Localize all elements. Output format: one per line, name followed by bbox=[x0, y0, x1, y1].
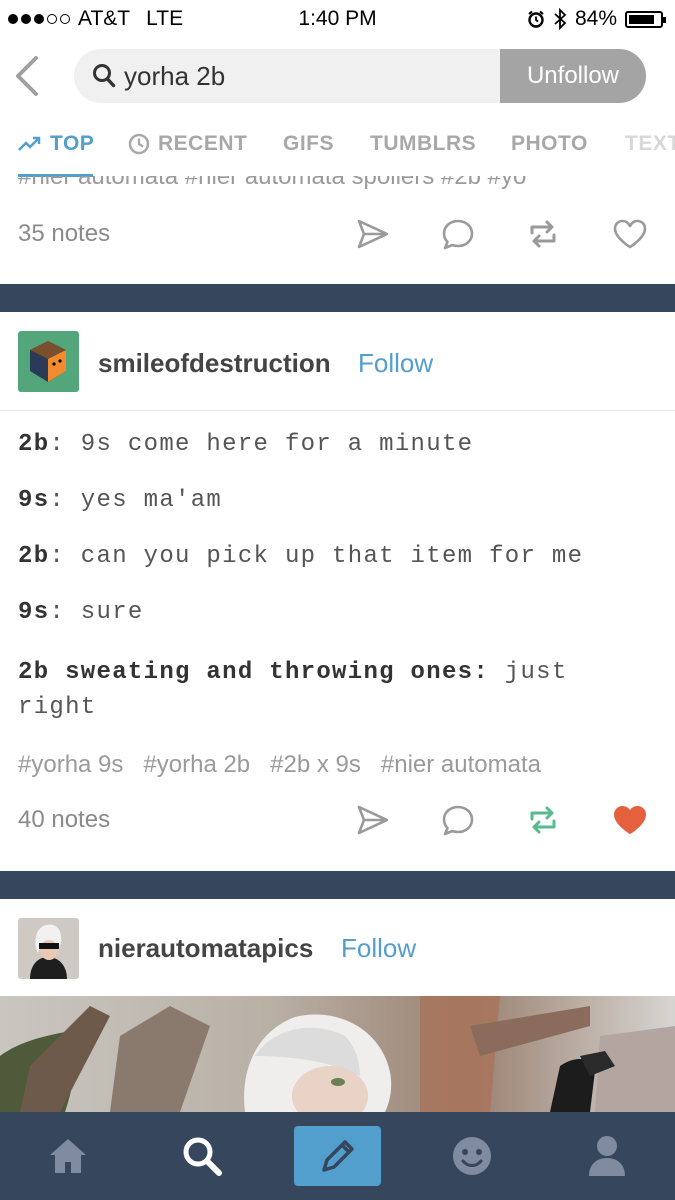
chat-text: can you pick up that item for me bbox=[65, 543, 584, 570]
post2-tags: #yorha 9s #yorha 2b #2b x 9s #nier automata bbox=[18, 751, 561, 779]
account-button[interactable] bbox=[577, 1126, 637, 1186]
back-button[interactable] bbox=[12, 54, 48, 98]
post2-reply-button[interactable] bbox=[441, 804, 475, 841]
back-chevron-icon bbox=[16, 56, 38, 96]
account-icon bbox=[589, 1136, 625, 1176]
chat-speaker: 9s bbox=[18, 487, 50, 514]
post2-notes[interactable]: 40 notes bbox=[18, 806, 110, 834]
follow-button[interactable]: Follow bbox=[341, 933, 416, 964]
blog-name[interactable]: nierautomatapics bbox=[98, 933, 313, 964]
alarm-icon bbox=[528, 10, 544, 28]
post1-tags-clip: #nier automata #nier automata spoilers #… bbox=[0, 176, 675, 194]
post-separator bbox=[0, 871, 675, 899]
clock-icon bbox=[128, 133, 150, 155]
tab-gifs[interactable]: GIFS bbox=[283, 132, 334, 156]
post-separator bbox=[0, 284, 675, 312]
chat-speaker: 2b bbox=[18, 431, 50, 458]
status-time: 1:40 PM bbox=[298, 7, 377, 30]
avatar[interactable] bbox=[18, 331, 79, 392]
search-bar[interactable]: yorha 2b Unfollow bbox=[74, 49, 646, 103]
chat-sep: : bbox=[49, 599, 66, 626]
portrait-avatar-icon bbox=[18, 918, 79, 979]
chat-text: sure bbox=[65, 599, 144, 626]
chat-line: 2b sweating and throwing ones: just righ… bbox=[18, 655, 658, 725]
chat-text: yes ma'am bbox=[65, 487, 223, 514]
tab-label: RECENT bbox=[158, 132, 248, 155]
comment-icon bbox=[442, 805, 474, 836]
chat-sep: : bbox=[49, 431, 66, 458]
tab-photo[interactable]: PHOTO bbox=[511, 132, 588, 156]
send-icon bbox=[357, 219, 389, 249]
bluetooth-icon bbox=[554, 8, 567, 30]
heart-icon bbox=[613, 219, 647, 249]
home-icon bbox=[50, 1139, 86, 1173]
divider bbox=[0, 410, 675, 411]
chat-line: 2b: can you pick up that item for me bbox=[18, 543, 658, 570]
post1-reply-button[interactable] bbox=[441, 218, 475, 255]
chat-speaker: 2b sweating and throwing ones bbox=[18, 659, 474, 686]
home-button[interactable] bbox=[38, 1126, 98, 1186]
battery-icon bbox=[625, 10, 666, 28]
tab-label: TUMBLRS bbox=[370, 132, 477, 155]
status-bar: AT&T LTE 1:40 PM 84% bbox=[0, 0, 675, 38]
tab-label: TEXT bbox=[625, 132, 675, 155]
tag-link[interactable]: #yorha 9s bbox=[18, 751, 123, 778]
trending-icon bbox=[18, 136, 41, 151]
heart-icon bbox=[614, 806, 646, 834]
send-icon bbox=[357, 805, 389, 835]
post2-reblog-button[interactable] bbox=[526, 804, 560, 841]
reblog-icon bbox=[530, 220, 556, 248]
post1-like-button[interactable] bbox=[612, 218, 648, 255]
tag-link[interactable]: #nier automata bbox=[381, 751, 541, 778]
search-icon bbox=[93, 64, 116, 88]
post2-share-button[interactable] bbox=[356, 804, 390, 841]
tab-recent[interactable]: RECENT bbox=[128, 132, 247, 156]
comment-icon bbox=[442, 219, 474, 250]
activity-button[interactable] bbox=[442, 1126, 502, 1186]
tab-label: TOP bbox=[50, 132, 95, 155]
compose-button[interactable] bbox=[294, 1126, 381, 1186]
post-photo[interactable] bbox=[0, 996, 675, 1112]
cube-avatar-icon bbox=[30, 341, 66, 382]
avatar[interactable] bbox=[18, 918, 79, 979]
blog-name[interactable]: smileofdestruction bbox=[98, 348, 331, 379]
reblog-icon bbox=[530, 806, 556, 834]
unfollow-button[interactable]: Unfollow bbox=[500, 49, 646, 103]
search-input[interactable]: yorha 2b bbox=[124, 61, 225, 92]
tag-link[interactable]: #yorha 2b bbox=[143, 751, 250, 778]
post1-tags: #nier automata #nier automata spoilers #… bbox=[18, 176, 527, 190]
post1-reblog-button[interactable] bbox=[526, 218, 560, 255]
chat-line: 2b: 9s come here for a minute bbox=[18, 431, 658, 458]
chat-text: 9s come here for a minute bbox=[65, 431, 474, 458]
activity-icon bbox=[453, 1137, 491, 1175]
tab-top[interactable]: TOP bbox=[18, 132, 94, 156]
tag-link[interactable]: #2b x 9s bbox=[270, 751, 361, 778]
compose-icon bbox=[321, 1140, 354, 1172]
chat-speaker: 2b bbox=[18, 543, 50, 570]
tab-text[interactable]: TEXT bbox=[625, 132, 675, 156]
chat-speaker: 9s bbox=[18, 599, 50, 626]
tab-tumblrs[interactable]: TUMBLRS bbox=[370, 132, 476, 156]
tab-label: PHOTO bbox=[511, 132, 588, 155]
filter-tabs: TOP RECENT GIFS TUMBLRS PHOTO TEXT bbox=[0, 120, 675, 177]
bottom-tab-bar bbox=[0, 1112, 675, 1200]
tab-label: GIFS bbox=[283, 132, 335, 155]
chat-sep: : bbox=[49, 487, 66, 514]
follow-button[interactable]: Follow bbox=[358, 348, 433, 379]
chat-sep: : bbox=[49, 543, 66, 570]
cosplay-photo-image bbox=[0, 996, 675, 1112]
post1-share-button[interactable] bbox=[356, 218, 390, 255]
chat-sep: : bbox=[473, 659, 490, 686]
chat-line: 9s: sure bbox=[18, 599, 658, 626]
search-icon bbox=[183, 1137, 222, 1176]
chat-line: 9s: yes ma'am bbox=[18, 487, 658, 514]
search-tab-button[interactable] bbox=[172, 1126, 232, 1186]
post1-notes[interactable]: 35 notes bbox=[18, 220, 110, 248]
post2-like-button[interactable] bbox=[612, 804, 648, 841]
battery-percent: 84% bbox=[574, 7, 617, 30]
